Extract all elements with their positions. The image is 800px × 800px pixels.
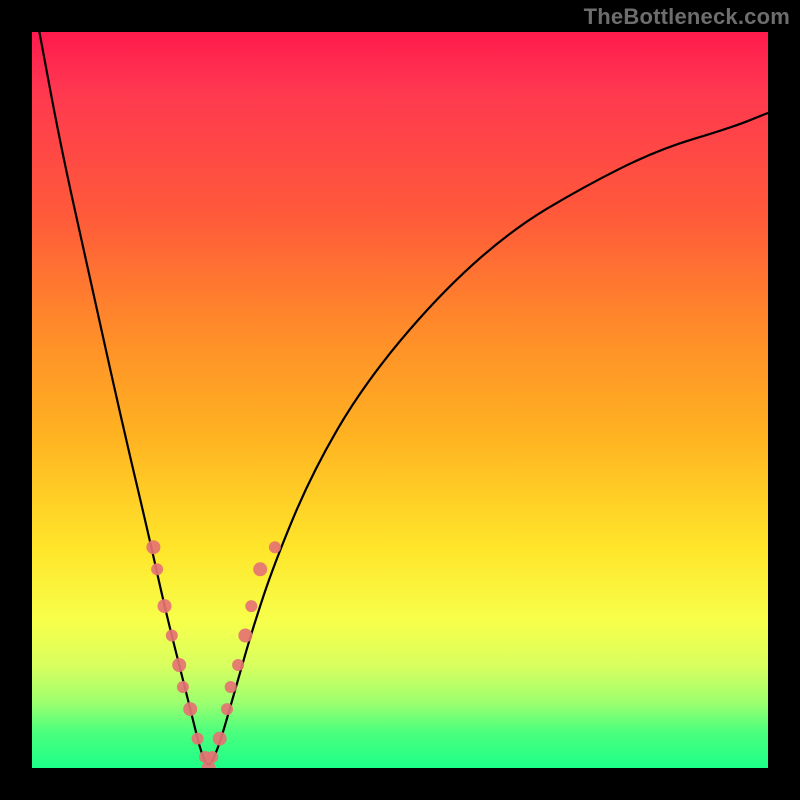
watermark-text: TheBottleneck.com [584,4,790,30]
chart-frame: TheBottleneck.com [0,0,800,800]
plot-background [32,32,768,768]
